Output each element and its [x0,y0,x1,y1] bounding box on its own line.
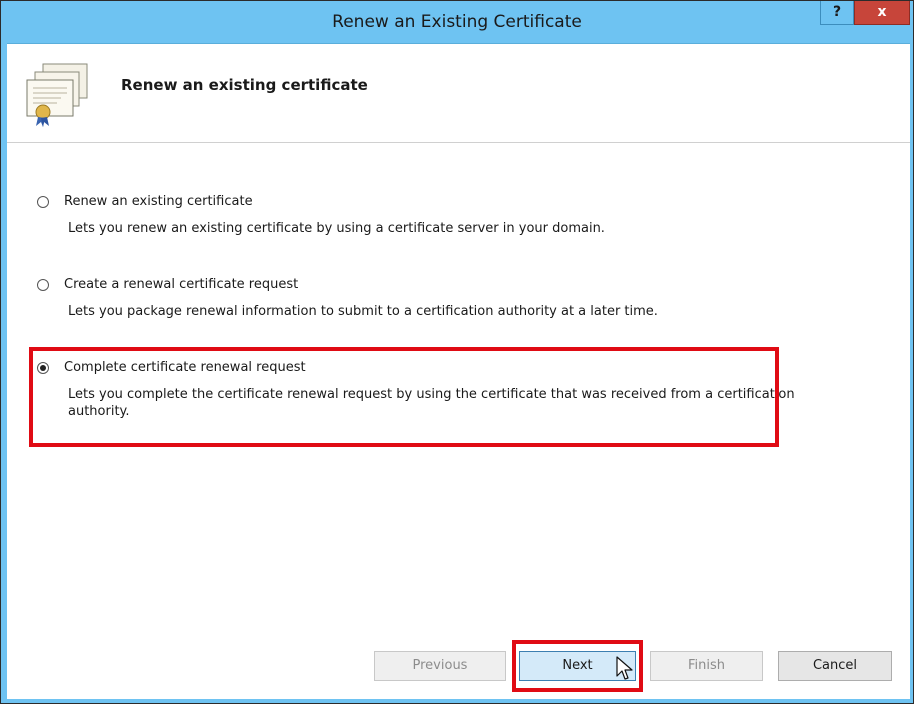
radio-renew-existing[interactable] [37,196,49,208]
help-button[interactable]: ? [820,1,854,25]
dialog-header: Renew an existing certificate [7,44,910,143]
selection-highlight [29,347,779,447]
previous-button[interactable]: Previous [374,651,506,681]
close-button[interactable]: x [854,1,910,25]
window-title: Renew an Existing Certificate [332,12,582,32]
cancel-button[interactable]: Cancel [778,651,892,681]
header-title: Renew an existing certificate [121,76,368,94]
option-label-renew-existing[interactable]: Renew an existing certificate [64,194,253,209]
window-frame-bottom [1,699,913,703]
certificate-icon [26,63,88,127]
option-label-create-renewal-request[interactable]: Create a renewal certificate request [64,277,298,292]
radio-create-renewal-request[interactable] [37,279,49,291]
window-frame-right [910,43,913,703]
finish-button[interactable]: Finish [650,651,763,681]
option-desc-create-renewal-request: Lets you package renewal information to … [68,304,658,319]
option-desc-renew-existing: Lets you renew an existing certificate b… [68,221,605,236]
title-bar[interactable]: Renew an Existing Certificate ? x [1,1,913,44]
mouse-cursor-icon [616,656,633,680]
dialog-window: Renew an Existing Certificate ? x Renew … [0,0,914,704]
